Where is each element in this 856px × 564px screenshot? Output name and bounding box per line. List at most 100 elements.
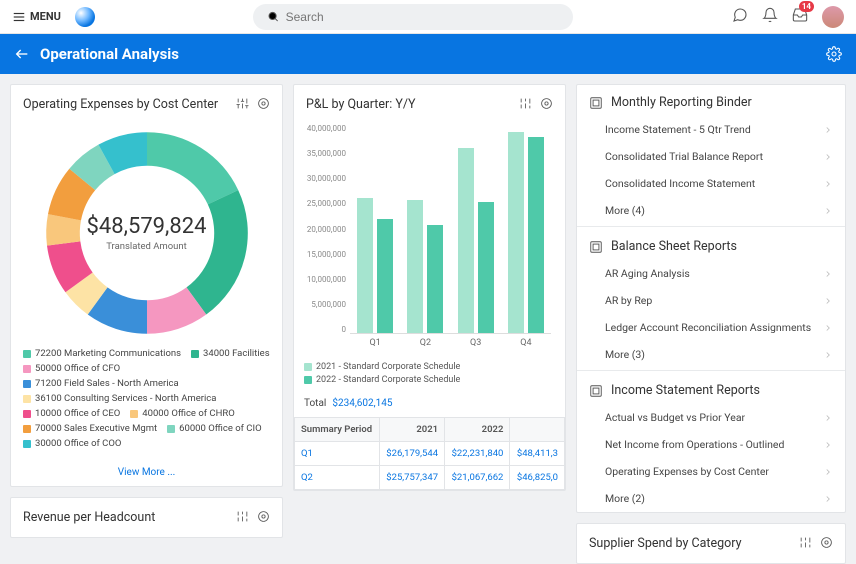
section-header: Monthly Reporting Binder bbox=[577, 85, 845, 116]
x-axis-labels: Q1Q2Q3Q4 bbox=[350, 338, 551, 354]
chevron-right-icon bbox=[823, 125, 833, 135]
settings-icon[interactable] bbox=[820, 536, 833, 549]
page-header: Operational Analysis bbox=[0, 34, 856, 74]
chevron-right-icon bbox=[823, 440, 833, 450]
pnl-title: P&L by Quarter: Y/Y bbox=[306, 97, 509, 112]
chevron-right-icon bbox=[823, 350, 833, 360]
list-item[interactable]: More (3) bbox=[577, 341, 845, 368]
inbox-badge: 14 bbox=[799, 1, 814, 12]
window-icon bbox=[589, 240, 603, 254]
bar-group bbox=[357, 198, 393, 333]
list-item[interactable]: Income Statement - 5 Qtr Trend bbox=[577, 116, 845, 143]
sliders-icon[interactable] bbox=[236, 510, 249, 523]
list-item[interactable]: More (4) bbox=[577, 197, 845, 224]
top-bar: MENU 14 bbox=[0, 0, 856, 34]
legend-item[interactable]: 34000 Facilities bbox=[191, 348, 270, 359]
bar[interactable] bbox=[458, 148, 474, 333]
sliders-icon[interactable] bbox=[236, 97, 249, 110]
expenses-card: Operating Expenses by Cost Center $48,57… bbox=[10, 84, 283, 487]
window-icon bbox=[589, 384, 603, 398]
bar-plot bbox=[350, 128, 551, 334]
sliders-icon[interactable] bbox=[799, 536, 812, 549]
list-item[interactable]: Ledger Account Reconciliation Assignment… bbox=[577, 314, 845, 341]
bar[interactable] bbox=[357, 198, 373, 333]
search-wrap bbox=[103, 4, 724, 30]
bar[interactable] bbox=[528, 137, 544, 333]
chevron-right-icon bbox=[823, 206, 833, 216]
workday-logo[interactable] bbox=[75, 7, 95, 27]
legend-item[interactable]: 30000 Office of COO bbox=[23, 438, 121, 449]
donut-legend: 72200 Marketing Communications 34000 Faci… bbox=[11, 342, 282, 459]
table-row[interactable]: Q2$25,757,347$21,067,662$46,825,0 bbox=[295, 466, 565, 490]
bar-group bbox=[458, 148, 494, 333]
gear-icon[interactable] bbox=[826, 46, 842, 62]
bar[interactable] bbox=[377, 219, 393, 333]
window-icon bbox=[589, 96, 603, 110]
section-header: Income Statement Reports bbox=[577, 373, 845, 404]
list-item[interactable]: Actual vs Budget vs Prior Year bbox=[577, 404, 845, 431]
search-box[interactable] bbox=[253, 4, 573, 30]
settings-icon[interactable] bbox=[540, 97, 553, 110]
legend-item[interactable]: 50000 Office of CFO bbox=[23, 363, 120, 374]
table-row[interactable]: Q1$26,179,544$22,231,840$48,411,3 bbox=[295, 442, 565, 466]
settings-icon[interactable] bbox=[257, 97, 270, 110]
revenue-title: Revenue per Headcount bbox=[23, 510, 226, 525]
legend-item[interactable]: 70000 Sales Executive Mgmt bbox=[23, 423, 157, 434]
menu-button[interactable]: MENU bbox=[12, 10, 61, 24]
chevron-right-icon bbox=[823, 296, 833, 306]
settings-icon[interactable] bbox=[257, 510, 270, 523]
bar[interactable] bbox=[478, 202, 494, 333]
legend-item[interactable]: 40000 Office of CHRO bbox=[130, 408, 235, 419]
chevron-right-icon bbox=[823, 179, 833, 189]
list-item[interactable]: Operating Expenses by Cost Center bbox=[577, 458, 845, 485]
legend-2021: 2021 - Standard Corporate Schedule bbox=[304, 362, 555, 372]
revenue-card: Revenue per Headcount bbox=[10, 497, 283, 538]
list-item[interactable]: Consolidated Income Statement bbox=[577, 170, 845, 197]
menu-label: MENU bbox=[30, 10, 61, 23]
list-item[interactable]: Consolidated Trial Balance Report bbox=[577, 143, 845, 170]
top-icons: 14 bbox=[732, 6, 844, 28]
chat-button[interactable] bbox=[732, 7, 748, 27]
list-item[interactable]: AR by Rep bbox=[577, 287, 845, 314]
notifications-button[interactable] bbox=[762, 7, 778, 27]
content: Operating Expenses by Cost Center $48,57… bbox=[0, 74, 856, 537]
pnl-card: P&L by Quarter: Y/Y 40,000,00035,000,000… bbox=[293, 84, 566, 491]
supplier-card: Supplier Spend by Category bbox=[576, 523, 846, 564]
search-icon bbox=[267, 10, 279, 23]
pnl-table: Summary Period20212022 Q1$26,179,544$22,… bbox=[294, 417, 565, 490]
page-title: Operational Analysis bbox=[40, 45, 816, 63]
donut-chart: $48,579,824 Translated Amount bbox=[42, 128, 252, 338]
chevron-right-icon bbox=[823, 152, 833, 162]
chevron-right-icon bbox=[823, 323, 833, 333]
list-item[interactable]: AR Aging Analysis bbox=[577, 260, 845, 287]
right-reports-card: Monthly Reporting BinderIncome Statement… bbox=[576, 84, 846, 513]
bar[interactable] bbox=[407, 200, 423, 333]
supplier-title: Supplier Spend by Category bbox=[589, 536, 789, 551]
bell-icon bbox=[762, 7, 778, 23]
donut-center-value: $48,579,824 bbox=[87, 214, 207, 239]
legend-item[interactable]: 71200 Field Sales - North America bbox=[23, 378, 179, 389]
bar[interactable] bbox=[508, 132, 524, 333]
legend-item[interactable]: 60000 Office of CIO bbox=[167, 423, 261, 434]
y-axis-labels: 40,000,00035,000,00030,000,00025,000,000… bbox=[304, 124, 346, 334]
expenses-title: Operating Expenses by Cost Center bbox=[23, 97, 226, 112]
avatar[interactable] bbox=[822, 6, 844, 28]
chevron-right-icon bbox=[823, 494, 833, 504]
pnl-total: Total$234,602,145 bbox=[294, 396, 565, 417]
list-item[interactable]: Net Income from Operations - Outlined bbox=[577, 431, 845, 458]
bar[interactable] bbox=[427, 225, 443, 333]
legend-item[interactable]: 72200 Marketing Communications bbox=[23, 348, 181, 359]
back-icon[interactable] bbox=[14, 46, 30, 62]
chat-icon bbox=[732, 7, 748, 23]
view-more-link[interactable]: View More ... bbox=[11, 459, 282, 486]
bar-group bbox=[407, 200, 443, 333]
chevron-right-icon bbox=[823, 467, 833, 477]
legend-item[interactable]: 36100 Consulting Services - North Americ… bbox=[23, 393, 216, 404]
inbox-button[interactable]: 14 bbox=[792, 7, 808, 27]
list-item[interactable]: More (2) bbox=[577, 485, 845, 512]
chevron-right-icon bbox=[823, 269, 833, 279]
sliders-icon[interactable] bbox=[519, 97, 532, 110]
search-input[interactable] bbox=[286, 10, 560, 24]
legend-item[interactable]: 10000 Office of CEO bbox=[23, 408, 120, 419]
section-header: Balance Sheet Reports bbox=[577, 229, 845, 260]
